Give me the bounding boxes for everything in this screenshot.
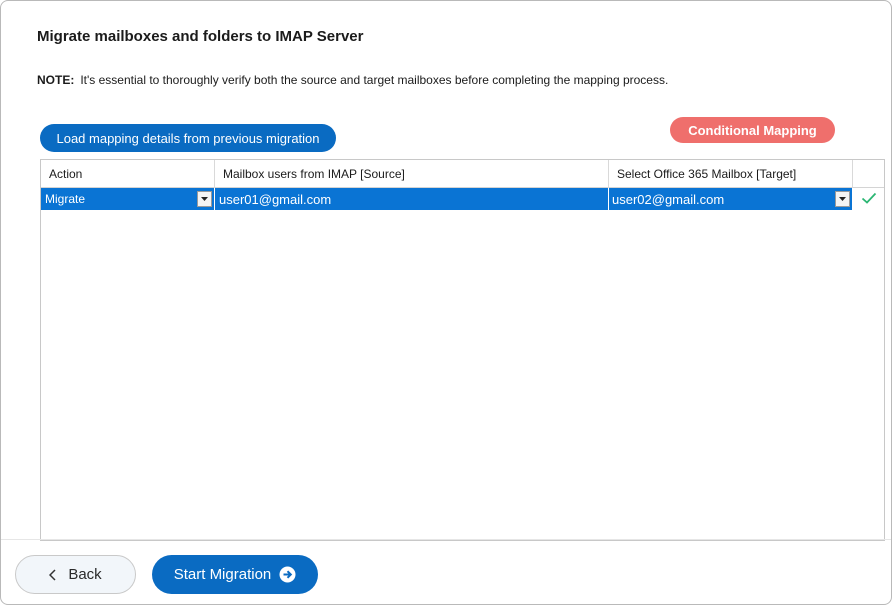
chevron-down-icon[interactable] (835, 191, 850, 207)
conditional-mapping-button[interactable]: Conditional Mapping (670, 117, 835, 143)
column-header-source[interactable]: Mailbox users from IMAP [Source] (215, 160, 609, 188)
grid-header: Action Mailbox users from IMAP [Source] … (41, 160, 884, 188)
start-migration-button[interactable]: Start Migration (152, 555, 318, 594)
start-migration-label: Start Migration (173, 566, 272, 583)
note-label: NOTE: (37, 73, 75, 87)
column-header-status (853, 160, 884, 188)
action-dropdown[interactable]: Migrate (41, 188, 215, 210)
source-mailbox-value: user01@gmail.com (219, 191, 332, 207)
note-text: It's essential to thoroughly verify both… (80, 73, 669, 87)
column-header-target[interactable]: Select Office 365 Mailbox [Target] (609, 160, 853, 188)
chevron-left-icon (49, 568, 56, 581)
column-header-action[interactable]: Action (41, 160, 215, 188)
source-mailbox-cell[interactable]: user01@gmail.com (215, 188, 609, 210)
arrow-right-circle-icon (279, 566, 296, 583)
mapping-grid: Action Mailbox users from IMAP [Source] … (40, 159, 885, 541)
target-mailbox-value: user02@gmail.com (612, 191, 725, 207)
footer-divider (1, 539, 891, 540)
note: NOTE: It's essential to thoroughly verify… (37, 73, 668, 87)
target-mailbox-dropdown[interactable]: user02@gmail.com (609, 188, 853, 210)
row-status-cell (853, 188, 884, 210)
check-icon (861, 192, 877, 207)
load-mapping-button[interactable]: Load mapping details from previous migra… (40, 124, 336, 152)
table-row[interactable]: Migrate user01@gmail.com user02@gmail.co… (41, 188, 884, 210)
action-value: Migrate (45, 192, 86, 206)
back-label: Back (68, 566, 102, 583)
back-button[interactable]: Back (15, 555, 136, 594)
migration-window: Migrate mailboxes and folders to IMAP Se… (0, 0, 892, 605)
chevron-down-icon[interactable] (197, 191, 212, 207)
page-title: Migrate mailboxes and folders to IMAP Se… (37, 28, 364, 45)
